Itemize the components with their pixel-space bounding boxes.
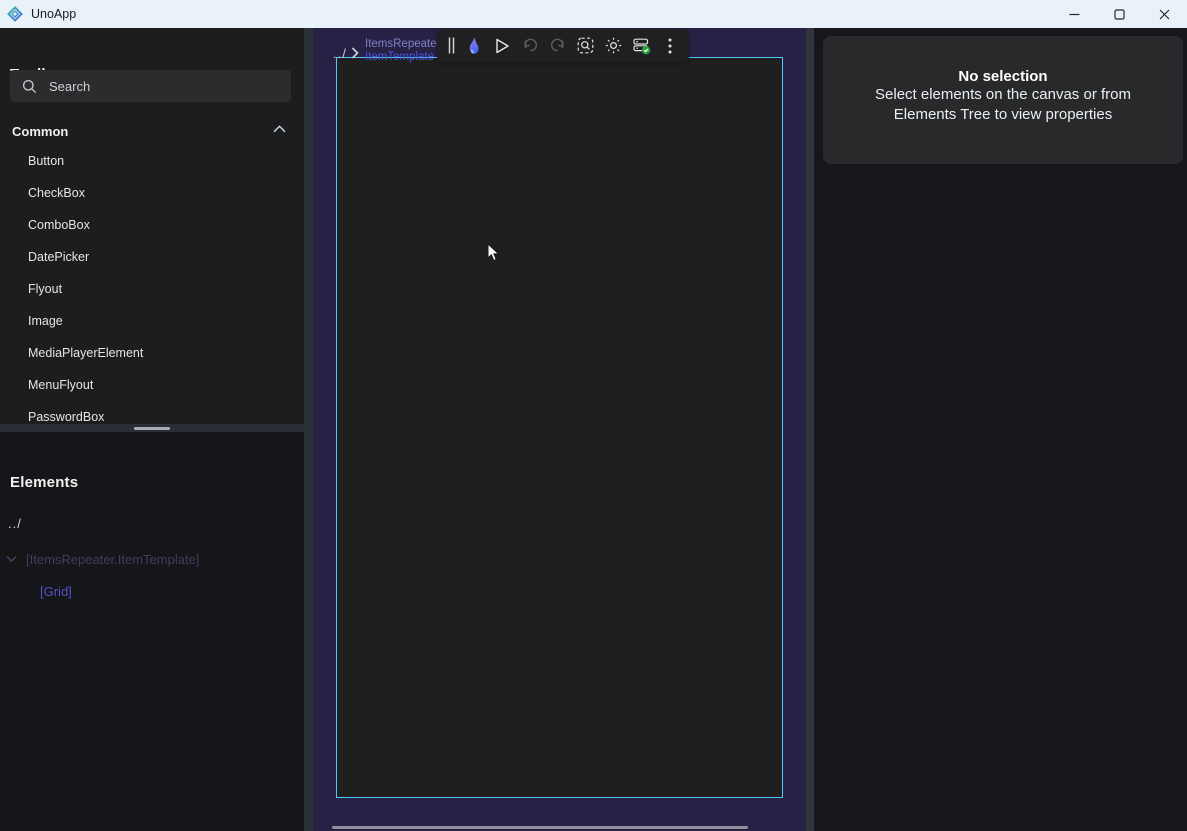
connection-status-button[interactable] bbox=[630, 34, 653, 58]
left-sidebar: Toolbox Common Button CheckBox ComboBox … bbox=[0, 28, 304, 831]
toolbox-item-mediaplayerelement[interactable]: MediaPlayerElement bbox=[0, 337, 304, 369]
section-label: Common bbox=[12, 124, 68, 139]
sidebar-canvas-splitter[interactable] bbox=[304, 28, 313, 831]
design-canvas[interactable]: ../ ItemsRepeater ItemTemplate bbox=[313, 28, 806, 831]
no-selection-title: No selection bbox=[823, 68, 1183, 85]
horizontal-scrollbar-thumb[interactable] bbox=[332, 826, 748, 829]
canvas-breadcrumb: ItemsRepeater ItemTemplate bbox=[365, 38, 440, 64]
toolbox-item-datepicker[interactable]: DatePicker bbox=[0, 241, 304, 273]
tree-item-grid[interactable]: [Grid] bbox=[0, 581, 304, 601]
undo-button[interactable] bbox=[518, 34, 541, 58]
kebab-menu-icon bbox=[668, 38, 672, 54]
search-input[interactable] bbox=[49, 79, 291, 94]
toolbox-section-common[interactable]: Common bbox=[0, 116, 304, 146]
redo-button[interactable] bbox=[546, 34, 569, 58]
elements-title: Elements bbox=[10, 474, 78, 491]
window-title: UnoApp bbox=[31, 7, 76, 21]
app-window: UnoApp Toolbox Common bbox=[0, 0, 1187, 831]
toolbox-search[interactable] bbox=[10, 70, 291, 102]
maximize-icon bbox=[1114, 9, 1125, 20]
minimize-button[interactable] bbox=[1052, 0, 1097, 28]
search-icon bbox=[22, 79, 37, 94]
server-check-icon bbox=[633, 37, 651, 55]
uno-logo-icon bbox=[7, 6, 23, 22]
titlebar: UnoApp bbox=[0, 0, 1187, 28]
toolbox-item-checkbox[interactable]: CheckBox bbox=[0, 177, 304, 209]
no-selection-card: No selection Select elements on the canv… bbox=[823, 36, 1183, 164]
play-icon bbox=[494, 38, 510, 54]
tree-item-label: [Grid] bbox=[40, 584, 72, 599]
canvas-parent-nav[interactable]: ../ bbox=[333, 46, 347, 61]
hot-reload-flame-icon bbox=[466, 37, 482, 55]
chevron-up-icon bbox=[273, 125, 286, 133]
tree-item-label: [ItemsRepeater.ItemTemplate] bbox=[26, 552, 199, 567]
close-icon bbox=[1159, 9, 1170, 20]
toolbar-drag-handle[interactable] bbox=[445, 34, 457, 58]
undo-icon bbox=[522, 38, 538, 54]
toolbox-item-button[interactable]: Button bbox=[0, 145, 304, 177]
sun-icon bbox=[605, 37, 622, 54]
elements-parent-nav[interactable]: ../ bbox=[8, 516, 22, 531]
elements-panel: Elements ../ [ItemsRepeater.ItemTemplate… bbox=[0, 432, 304, 831]
mouse-cursor bbox=[487, 243, 500, 267]
toolbox-list: Button CheckBox ComboBox DatePicker Flyo… bbox=[0, 145, 304, 424]
more-options-button[interactable] bbox=[658, 34, 681, 58]
toolbox-panel: Toolbox Common Button CheckBox ComboBox … bbox=[0, 28, 304, 424]
toolbox-item-combobox[interactable]: ComboBox bbox=[0, 209, 304, 241]
properties-panel: No selection Select elements on the canv… bbox=[814, 28, 1187, 831]
hot-reload-button[interactable] bbox=[462, 34, 485, 58]
toolbox-item-menuflyout[interactable]: MenuFlyout bbox=[0, 369, 304, 401]
canvas-properties-splitter[interactable] bbox=[806, 28, 814, 831]
breadcrumb-template[interactable]: ItemTemplate bbox=[365, 51, 440, 64]
horizontal-splitter[interactable] bbox=[0, 424, 304, 432]
inspect-zoom-icon bbox=[577, 37, 594, 54]
tree-item-itemsrepeater-itemtemplate[interactable]: [ItemsRepeater.ItemTemplate] bbox=[0, 549, 304, 569]
canvas-toolbar bbox=[437, 29, 689, 62]
close-button[interactable] bbox=[1142, 0, 1187, 28]
toolbox-item-flyout[interactable]: Flyout bbox=[0, 273, 304, 305]
splitter-grip bbox=[134, 427, 170, 430]
chevron-down-icon bbox=[6, 555, 17, 563]
redo-icon bbox=[550, 38, 566, 54]
inspect-element-button[interactable] bbox=[574, 34, 597, 58]
toolbox-item-image[interactable]: Image bbox=[0, 305, 304, 337]
chevron-right-icon bbox=[351, 47, 359, 59]
maximize-button[interactable] bbox=[1097, 0, 1142, 28]
drag-handle-icon bbox=[448, 37, 455, 54]
play-button[interactable] bbox=[490, 34, 513, 58]
design-surface[interactable] bbox=[336, 57, 783, 798]
breadcrumb-element[interactable]: ItemsRepeater bbox=[365, 38, 440, 51]
window-controls bbox=[1052, 0, 1187, 28]
minimize-icon bbox=[1069, 9, 1080, 20]
theme-toggle-button[interactable] bbox=[602, 34, 625, 58]
no-selection-message-line2: Elements Tree to view properties bbox=[823, 105, 1183, 125]
toolbox-item-passwordbox[interactable]: PasswordBox bbox=[0, 401, 304, 424]
no-selection-message-line1: Select elements on the canvas or from bbox=[823, 85, 1183, 105]
